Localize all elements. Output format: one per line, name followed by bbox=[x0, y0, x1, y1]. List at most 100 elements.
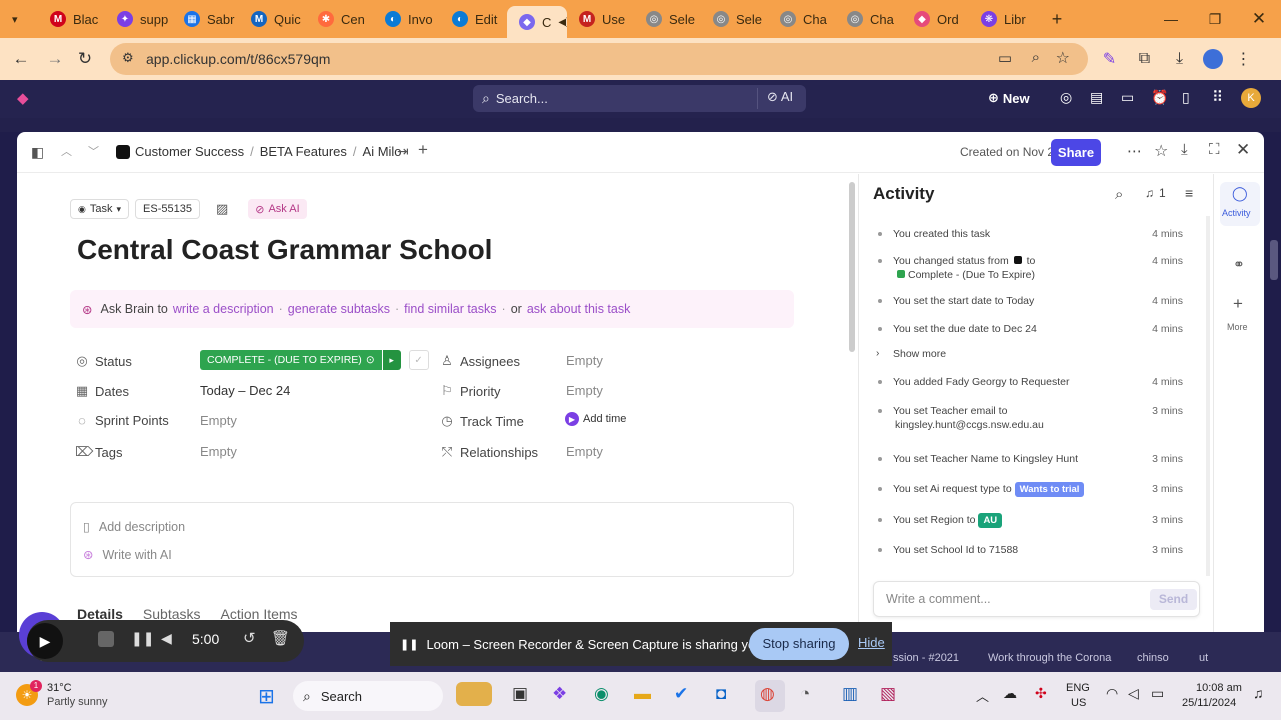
browser-tab[interactable]: ◎ Sele bbox=[701, 0, 768, 38]
close-window-button[interactable]: ✕ bbox=[1237, 0, 1281, 38]
todo-icon[interactable]: ✔ bbox=[674, 684, 688, 704]
activity-scrollbar[interactable] bbox=[1206, 216, 1210, 576]
search-icon[interactable]: ⌕ bbox=[1115, 186, 1123, 203]
bookmark-star-icon[interactable]: ☆ bbox=[1056, 48, 1070, 68]
wifi-icon[interactable]: ◠ bbox=[1106, 685, 1118, 702]
edge-icon[interactable]: ◉ bbox=[594, 684, 609, 704]
breadcrumb-item-space[interactable]: Customer Success bbox=[135, 144, 244, 159]
pause-icon[interactable]: ❚❚ bbox=[131, 630, 154, 647]
downloads-button[interactable]: ⤓ bbox=[1164, 42, 1195, 76]
move-icon[interactable]: ⇥ bbox=[397, 143, 409, 160]
browser-tab[interactable]: ✱ Cen bbox=[306, 0, 373, 38]
check-circle-icon[interactable]: ◎ bbox=[1060, 89, 1072, 106]
mark-complete-button[interactable]: ✓ bbox=[408, 350, 429, 370]
sprint-value[interactable]: Empty bbox=[200, 413, 237, 428]
chevron-up-icon[interactable]: ︿ bbox=[976, 686, 989, 705]
close-modal-icon[interactable]: ✕ bbox=[1236, 140, 1250, 160]
pen-extension-button[interactable]: ✎ bbox=[1094, 42, 1125, 76]
breadcrumb-item-folder[interactable]: BETA Features bbox=[260, 144, 347, 159]
install-app-icon[interactable]: ▭ bbox=[998, 49, 1012, 67]
expand-icon[interactable]: ⛶ bbox=[1209, 141, 1220, 158]
ai-search-button[interactable]: ⊘ AI bbox=[767, 89, 793, 105]
chevron-down-icon[interactable]: ﹀ bbox=[88, 143, 99, 159]
rail-activity-button[interactable]: ◯ Activity bbox=[1220, 182, 1260, 226]
browser-tab[interactable]: ◎ Cha bbox=[768, 0, 835, 38]
stop-sharing-button[interactable]: Stop sharing bbox=[749, 628, 849, 660]
brain-ask-about[interactable]: ask about this task bbox=[527, 302, 631, 316]
browser-tab[interactable]: M Blac bbox=[38, 0, 105, 38]
browser-tab[interactable]: M Use bbox=[567, 0, 634, 38]
taskbar-widget-icon[interactable] bbox=[456, 682, 492, 706]
relationships-value[interactable]: Empty bbox=[566, 444, 603, 459]
clickup-logo-icon[interactable]: ◆ bbox=[17, 89, 29, 107]
zoom-icon[interactable]: ⌕ bbox=[1032, 49, 1040, 66]
filter-icon[interactable]: ≡ bbox=[1185, 185, 1193, 201]
clock-time[interactable]: 10:08 am bbox=[1196, 682, 1242, 694]
outlook-icon[interactable]: ◘ bbox=[716, 684, 726, 704]
tags-value[interactable]: Empty bbox=[200, 444, 237, 459]
windows-start-icon[interactable]: ⊞ bbox=[258, 684, 275, 709]
brain-generate-subtasks[interactable]: generate subtasks bbox=[288, 302, 390, 316]
show-more-button[interactable]: › Show more bbox=[873, 347, 1183, 361]
page-scrollbar[interactable] bbox=[1270, 240, 1278, 280]
browser-tab[interactable]: M Quic bbox=[239, 0, 306, 38]
new-button[interactable]: ⊕ New bbox=[988, 90, 1030, 106]
browser-tab[interactable]: ◎ Cha bbox=[835, 0, 902, 38]
notifications-bell-icon[interactable]: ♫ bbox=[1253, 685, 1264, 701]
browser-tab[interactable]: ◆ Ord bbox=[902, 0, 969, 38]
brain-write-description[interactable]: write a description bbox=[173, 302, 274, 316]
new-tab-button[interactable]: + bbox=[1042, 0, 1072, 38]
tray-app-icon[interactable]: ✣ bbox=[1035, 685, 1047, 702]
site-info-icon[interactable]: ⚙ bbox=[122, 50, 134, 66]
browser-tab[interactable]: ✦ supp bbox=[105, 0, 172, 38]
profile-button[interactable] bbox=[1197, 42, 1228, 76]
add-description-button[interactable]: ▯ Add description bbox=[83, 519, 185, 535]
clickup-search[interactable]: ⌕ Search... ⊘ AI bbox=[473, 85, 806, 112]
address-bar[interactable]: ⚙ app.clickup.com/t/86cx579qm ▭ ⌕ ☆ bbox=[110, 43, 1088, 75]
browser-tab[interactable]: ◆C◀)✕ bbox=[507, 6, 567, 38]
browser-tab[interactable]: ◐ Edit bbox=[440, 0, 507, 38]
write-with-ai-button[interactable]: ⊛ Write with AI bbox=[83, 547, 172, 563]
breadcrumb-item-list[interactable]: Ai Milo bbox=[363, 144, 402, 159]
forward-button[interactable]: → bbox=[38, 42, 72, 76]
battery-icon[interactable]: ▭ bbox=[1151, 685, 1164, 702]
share-button[interactable]: Share bbox=[1051, 139, 1101, 166]
description-box[interactable]: ▯ Add description ⊛ Write with AI bbox=[70, 502, 794, 577]
send-button[interactable]: Send bbox=[1150, 589, 1197, 610]
back-button[interactable]: ← bbox=[4, 42, 38, 76]
browser-tab[interactable]: ◐ Invo bbox=[373, 0, 440, 38]
camera-icon[interactable]: ▶ bbox=[27, 623, 63, 659]
extensions-button[interactable]: ⧉ bbox=[1129, 42, 1160, 76]
comment-input[interactable]: Write a comment... Send bbox=[873, 581, 1200, 617]
notepad-icon[interactable]: ▤ bbox=[1090, 89, 1103, 106]
rail-more-label[interactable]: More bbox=[1227, 322, 1248, 332]
priority-value[interactable]: Empty bbox=[566, 383, 603, 398]
stop-recording-icon[interactable] bbox=[98, 631, 114, 647]
apps-grid-icon[interactable]: ⠿ bbox=[1212, 88, 1223, 106]
cover-image-icon[interactable]: ▨ bbox=[216, 201, 228, 217]
hide-button[interactable]: Hide bbox=[858, 635, 885, 650]
status-next-button[interactable]: ▸ bbox=[382, 350, 401, 370]
brain-find-similar[interactable]: find similar tasks bbox=[404, 302, 496, 316]
add-icon[interactable]: + bbox=[418, 140, 428, 160]
ask-ai-button[interactable]: ⊘ Ask AI bbox=[248, 199, 307, 219]
cloud-icon[interactable]: ☁ bbox=[1003, 685, 1017, 702]
tab-search-button[interactable]: ▾ bbox=[0, 0, 38, 38]
status-button[interactable]: COMPLETE - (DUE TO EXPIRE) ⊙ bbox=[200, 350, 382, 370]
browser-tab[interactable]: ◎ Sele bbox=[634, 0, 701, 38]
alarm-icon[interactable]: ⏰ bbox=[1151, 89, 1168, 106]
task-type-chip[interactable]: ◉ Task ▾ bbox=[70, 199, 130, 219]
language-eng[interactable]: ENG bbox=[1066, 682, 1090, 694]
browser-menu-button[interactable]: ⋮ bbox=[1228, 42, 1259, 76]
app-icon[interactable]: ▧ bbox=[880, 684, 896, 704]
task-id-chip[interactable]: ES-55135 bbox=[135, 199, 200, 219]
more-horizontal-icon[interactable]: ⋯ bbox=[1127, 142, 1142, 160]
browser-tab[interactable]: ▦ Sabr bbox=[172, 0, 239, 38]
chrome-icon[interactable]: ◍ bbox=[760, 684, 775, 704]
add-icon[interactable]: + bbox=[1233, 294, 1243, 314]
video-icon[interactable]: ▭ bbox=[1121, 89, 1134, 106]
link-icon[interactable]: ⚭ bbox=[1233, 256, 1245, 273]
user-avatar[interactable]: K bbox=[1241, 88, 1261, 108]
clock-app-icon[interactable]: ◔ bbox=[800, 684, 810, 704]
add-time-button[interactable]: ▶ Add time bbox=[565, 412, 626, 426]
